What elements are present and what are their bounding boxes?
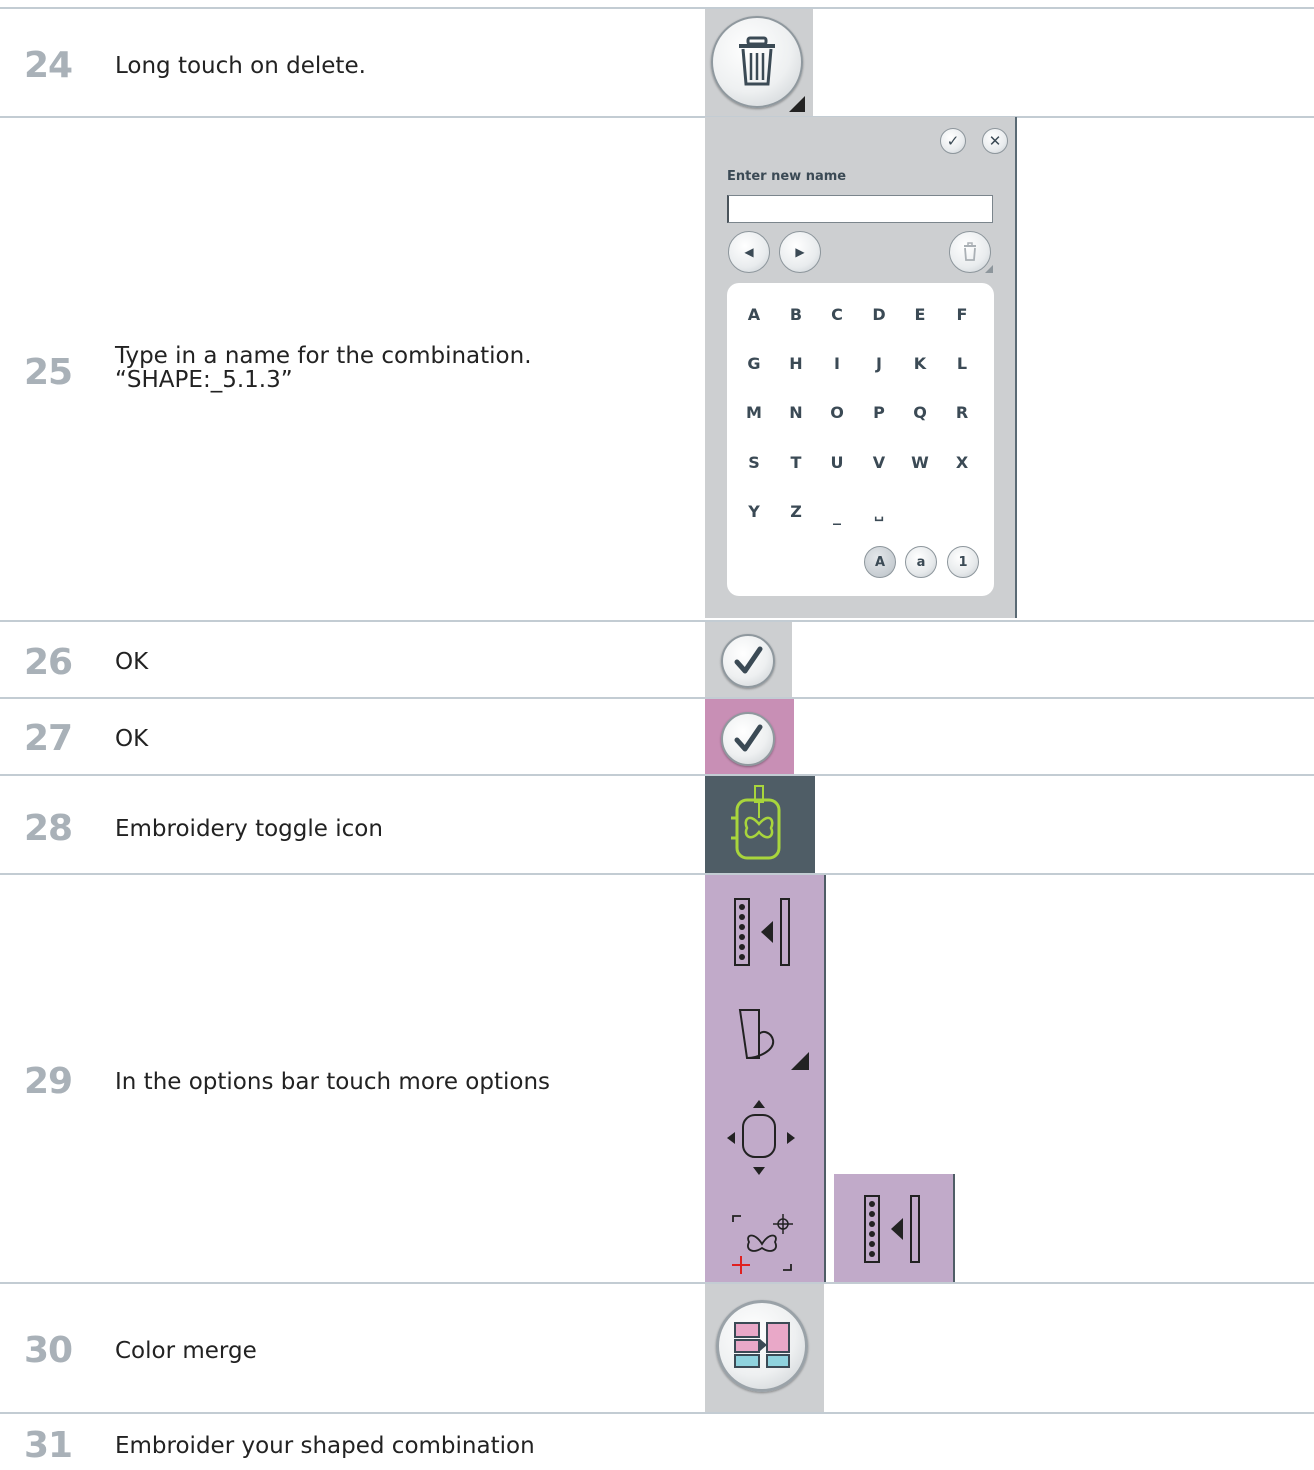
move-to-hoop-icon bbox=[727, 1100, 795, 1175]
key[interactable]: Z bbox=[781, 502, 811, 522]
dialog-edge bbox=[1015, 117, 1017, 618]
key[interactable]: R bbox=[947, 403, 977, 423]
step-text: In the options bar touch more options bbox=[115, 1069, 551, 1095]
step-text: OK bbox=[115, 726, 149, 752]
step-number: 24 bbox=[24, 45, 73, 86]
embroidery-toggle-icon bbox=[731, 785, 781, 860]
long-touch-indicator-icon bbox=[789, 96, 805, 112]
key[interactable]: B bbox=[781, 305, 811, 325]
step-number: 31 bbox=[24, 1425, 73, 1466]
key[interactable]: F bbox=[947, 305, 977, 325]
ok-icon bbox=[734, 646, 763, 674]
key[interactable]: D bbox=[864, 305, 894, 325]
key[interactable]: G bbox=[739, 354, 769, 374]
space-key[interactable]: ␣ bbox=[864, 504, 894, 524]
arrow-left-icon: ◀ bbox=[744, 245, 754, 259]
delete-button[interactable] bbox=[711, 16, 803, 108]
uppercase-mode-button[interactable]: A bbox=[864, 546, 896, 578]
key[interactable]: K bbox=[905, 354, 935, 374]
step-number: 29 bbox=[24, 1061, 73, 1102]
step-text: Embroider your shaped combination bbox=[115, 1433, 535, 1459]
key[interactable]: M bbox=[739, 403, 769, 423]
key[interactable]: J bbox=[864, 354, 894, 374]
long-touch-indicator-icon bbox=[985, 265, 993, 273]
confirm-icon: ✓ bbox=[946, 132, 960, 150]
close-button[interactable]: ✕ bbox=[982, 128, 1008, 154]
key[interactable]: U bbox=[822, 453, 852, 473]
arrow-right-icon: ▶ bbox=[795, 245, 805, 259]
key[interactable]: P bbox=[864, 403, 894, 423]
key[interactable]: A bbox=[739, 305, 769, 325]
delete-icon bbox=[964, 242, 976, 261]
divider bbox=[0, 873, 1314, 875]
key[interactable]: C bbox=[822, 305, 852, 325]
position-button[interactable] bbox=[725, 1210, 805, 1278]
key[interactable]: Q bbox=[905, 403, 935, 423]
divider bbox=[0, 116, 1314, 118]
numbers-mode-button[interactable]: 1 bbox=[947, 546, 979, 578]
highlight-edge bbox=[953, 1174, 955, 1282]
key[interactable]: N bbox=[781, 403, 811, 423]
step-number: 25 bbox=[24, 352, 73, 393]
confirm-button[interactable]: ✓ bbox=[940, 128, 966, 154]
divider bbox=[0, 1412, 1314, 1414]
ok-button[interactable] bbox=[721, 634, 775, 688]
delete-icon bbox=[739, 36, 775, 86]
lowercase-mode-button[interactable]: a bbox=[905, 546, 937, 578]
close-icon: ✕ bbox=[988, 132, 1002, 150]
color-merge-icon bbox=[734, 1322, 790, 1368]
cursor-right-button[interactable]: ▶ bbox=[779, 231, 821, 273]
divider bbox=[0, 774, 1314, 776]
key[interactable]: O bbox=[822, 403, 852, 423]
key[interactable]: W bbox=[905, 453, 935, 473]
more-options-icon bbox=[864, 1195, 920, 1263]
shape-icon bbox=[738, 1009, 809, 1070]
divider bbox=[0, 1282, 1314, 1284]
key[interactable]: E bbox=[905, 305, 935, 325]
key[interactable]: I bbox=[822, 354, 852, 374]
step-text: Color merge bbox=[115, 1338, 257, 1364]
key[interactable]: H bbox=[781, 354, 811, 374]
more-options-icon bbox=[734, 898, 790, 966]
move-to-hoop-button[interactable] bbox=[725, 1097, 805, 1182]
position-icon bbox=[732, 1214, 793, 1274]
step-text: OK bbox=[115, 649, 149, 675]
key[interactable]: S bbox=[739, 453, 769, 473]
shape-button[interactable] bbox=[725, 1000, 815, 1075]
step-number: 30 bbox=[24, 1330, 73, 1371]
key[interactable]: X bbox=[947, 453, 977, 473]
more-options-highlight[interactable] bbox=[834, 1174, 954, 1282]
step-text: Long touch on delete. bbox=[115, 53, 366, 79]
step-number: 27 bbox=[24, 718, 73, 759]
step-text: Embroidery toggle icon bbox=[115, 816, 383, 842]
name-prompt: Enter new name bbox=[727, 169, 847, 184]
key[interactable]: Y bbox=[739, 502, 769, 522]
key[interactable]: V bbox=[864, 453, 894, 473]
options-bar-edge bbox=[824, 875, 826, 1282]
more-options-button[interactable] bbox=[725, 895, 805, 970]
divider bbox=[0, 697, 1314, 699]
ok-button[interactable] bbox=[721, 712, 775, 766]
key[interactable]: T bbox=[781, 453, 811, 473]
step-number: 28 bbox=[24, 808, 73, 849]
divider bbox=[0, 7, 1314, 9]
embroidery-toggle-button[interactable] bbox=[705, 776, 815, 873]
cursor-left-button[interactable]: ◀ bbox=[728, 231, 770, 273]
step-number: 26 bbox=[24, 642, 73, 683]
key[interactable]: L bbox=[947, 354, 977, 374]
color-merge-button[interactable] bbox=[716, 1300, 808, 1392]
name-input[interactable] bbox=[727, 195, 993, 223]
step-text: Type in a name for the combination. “SHA… bbox=[115, 343, 532, 393]
divider bbox=[0, 620, 1314, 622]
ok-icon bbox=[734, 724, 763, 752]
key[interactable]: _ bbox=[822, 506, 852, 526]
